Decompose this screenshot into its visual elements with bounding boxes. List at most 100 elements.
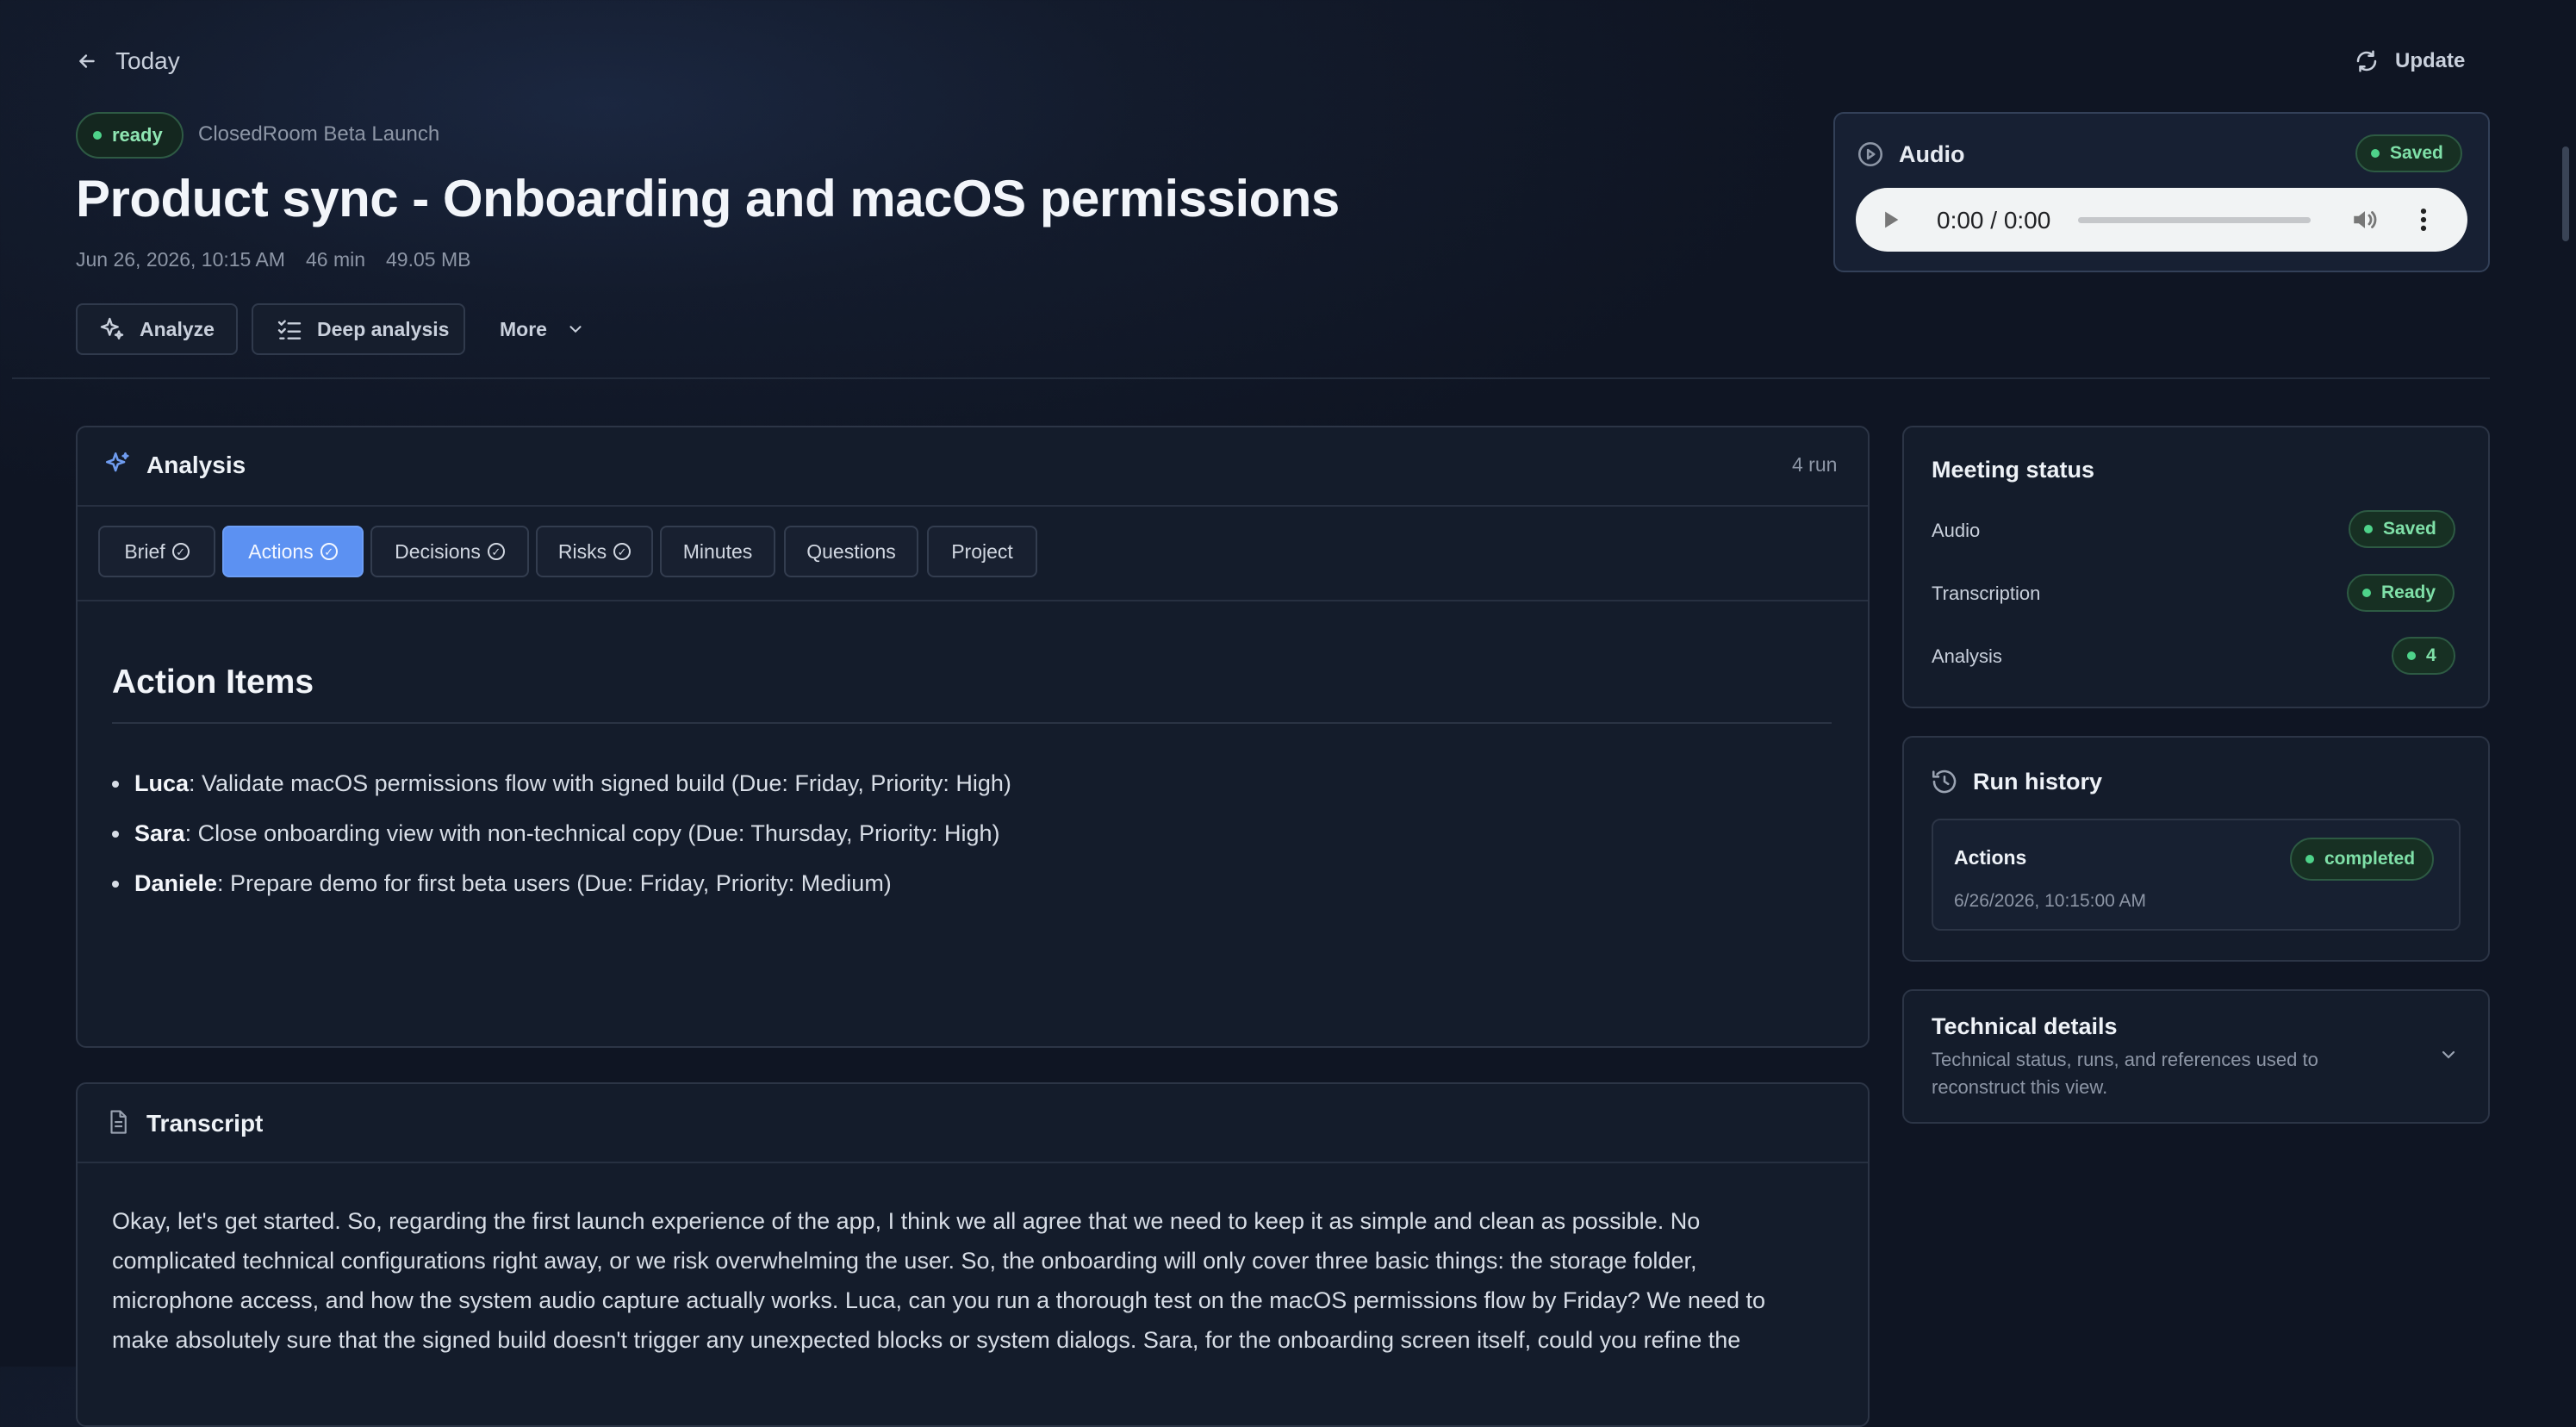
- tab-actions-label: Actions: [248, 539, 314, 563]
- meeting-duration: 46 min: [305, 248, 366, 271]
- analysis-sparkle-icon: [105, 452, 129, 472]
- audio-player[interactable]: 0:00 / 0:00: [1856, 188, 2467, 252]
- chevron-down-icon: [569, 326, 582, 333]
- analysis-title: Analysis: [146, 452, 246, 478]
- play-circle-icon: [1857, 141, 1883, 167]
- tab-risks-label: Risks: [557, 539, 607, 563]
- check-circle-icon: ✓: [171, 543, 190, 560]
- tabs-divider: [78, 600, 1868, 601]
- run-history-title: Run history: [1973, 769, 2103, 795]
- transcript-header-divider: [78, 1162, 1868, 1163]
- meeting-meta: Jun 26, 2026, 10:15 AM 46 min 49.05 MB: [76, 248, 470, 271]
- status-dot: [2305, 855, 2314, 863]
- run-name: Actions: [1954, 846, 2027, 869]
- meeting-status-title: Meeting status: [1932, 457, 2095, 483]
- checklist-icon: [277, 320, 302, 340]
- audio-saved-dot: [2371, 149, 2380, 158]
- arrow-left-icon: [79, 54, 95, 68]
- action-item: Luca: Validate macOS permissions flow wi…: [112, 770, 1011, 797]
- audio-card: Audio Saved 0:00 / 0:00: [1833, 112, 2490, 272]
- run-time: 6/26/2026, 10:15:00 AM: [1954, 891, 2147, 911]
- analysis-header-divider: [78, 505, 1868, 507]
- analysis-panel: [76, 426, 1870, 1048]
- technical-details-line: Technical status, runs, and references u…: [1932, 1049, 2318, 1070]
- scrollbar-thumb[interactable]: [2562, 146, 2569, 241]
- audio-time: 0:00 / 0:00: [1937, 207, 2051, 234]
- action-text: : Validate macOS permissions flow with s…: [189, 770, 1011, 796]
- status-badge-label: ready: [112, 124, 163, 146]
- deep-analysis-label: Deep analysis: [317, 317, 450, 340]
- status-value-label: Ready: [2381, 583, 2436, 602]
- technical-details-description: Technical status, runs, and references u…: [1932, 1046, 2318, 1101]
- back-label: Today: [115, 47, 180, 74]
- run-history-item[interactable]: Actions completed 6/26/2026, 10:15:00 AM: [1932, 819, 2461, 931]
- sparkles-icon: [100, 317, 124, 340]
- back-link[interactable]: Today: [76, 43, 180, 79]
- status-value-analysis: 4: [2392, 637, 2455, 675]
- check-circle-icon: ✓: [320, 543, 338, 560]
- play-icon[interactable]: [1878, 208, 1902, 232]
- page-title: Product sync - Onboarding and macOS perm…: [76, 170, 1340, 227]
- status-dot: [93, 131, 102, 140]
- transcript-line: complicated technical configurations rig…: [112, 1248, 1697, 1274]
- more-dropdown[interactable]: More: [500, 303, 585, 355]
- status-label-audio: Audio: [1932, 520, 1981, 541]
- tab-project-label: Project: [951, 539, 1013, 563]
- status-value-transcription: Ready: [2347, 574, 2455, 612]
- status-value-audio: Saved: [2349, 510, 2455, 548]
- tab-decisions[interactable]: Decisions ✓: [370, 526, 529, 577]
- status-badge: ready: [76, 112, 184, 159]
- action-text: : Close onboarding view with non-technic…: [184, 820, 1000, 846]
- meeting-size: 49.05 MB: [386, 248, 471, 271]
- tab-project[interactable]: Project: [927, 526, 1037, 577]
- analysis-run-count: 4 run: [1792, 453, 1838, 476]
- assignee-name: Luca: [134, 770, 190, 796]
- analyze-button[interactable]: Analyze: [76, 303, 238, 355]
- status-label-analysis: Analysis: [1932, 645, 2002, 667]
- history-icon: [1932, 770, 1957, 794]
- audio-saved-label: Saved: [2390, 143, 2443, 163]
- technical-details-line: reconstruct this view.: [1932, 1076, 2108, 1098]
- project-name: ClosedRoom Beta Launch: [198, 122, 440, 146]
- update-label: Update: [2395, 49, 2466, 72]
- action-item: Sara: Close onboarding view with non-tec…: [112, 820, 1000, 847]
- action-items-heading: Action Items: [112, 664, 314, 701]
- run-status-badge: completed: [2290, 838, 2435, 881]
- deep-analysis-button[interactable]: Deep analysis: [252, 303, 465, 355]
- tab-minutes[interactable]: Minutes: [660, 526, 775, 577]
- transcript-line: Okay, let's get started. So, regarding t…: [112, 1208, 1701, 1234]
- more-label: More: [500, 317, 547, 340]
- meeting-date: Jun 26, 2026, 10:15 AM: [76, 248, 285, 271]
- transcript-body: Okay, let's get started. So, regarding t…: [112, 1201, 1826, 1360]
- technical-details-title: Technical details: [1932, 1013, 2118, 1039]
- status-dot: [2364, 525, 2373, 533]
- check-circle-icon: ✓: [613, 543, 632, 560]
- audio-progress-bar[interactable]: [2078, 217, 2311, 223]
- assignee-name: Sara: [134, 820, 185, 846]
- document-icon: [110, 1110, 127, 1134]
- transcript-line: microphone access, and how the system au…: [112, 1287, 1765, 1313]
- assignee-name: Daniele: [134, 870, 218, 896]
- tab-risks[interactable]: Risks ✓: [536, 526, 653, 577]
- run-status-label: completed: [2324, 849, 2416, 869]
- tab-minutes-label: Minutes: [682, 539, 753, 563]
- volume-icon[interactable]: [2350, 205, 2380, 234]
- analyze-label: Analyze: [140, 317, 215, 340]
- status-value-label: Saved: [2383, 519, 2436, 539]
- heading-underline: [112, 722, 1832, 724]
- header-divider: [12, 377, 2490, 379]
- tab-questions[interactable]: Questions: [784, 526, 918, 577]
- tab-brief-label: Brief: [124, 539, 165, 563]
- transcript-title: Transcript: [146, 1110, 264, 1137]
- tab-questions-label: Questions: [806, 539, 896, 563]
- audio-title: Audio: [1899, 141, 1965, 167]
- update-button[interactable]: Update: [2354, 43, 2465, 79]
- status-label-transcription: Transcription: [1932, 583, 2041, 604]
- action-item: Daniele: Prepare demo for first beta use…: [112, 870, 892, 897]
- audio-saved-badge: Saved: [2355, 134, 2462, 172]
- more-options-icon[interactable]: [2409, 205, 2438, 234]
- transcript-line: make absolutely sure that the signed bui…: [112, 1327, 1741, 1353]
- tab-brief[interactable]: Brief ✓: [98, 526, 215, 577]
- chevron-down-icon[interactable]: [2438, 1044, 2459, 1065]
- tab-actions[interactable]: Actions ✓: [222, 526, 364, 577]
